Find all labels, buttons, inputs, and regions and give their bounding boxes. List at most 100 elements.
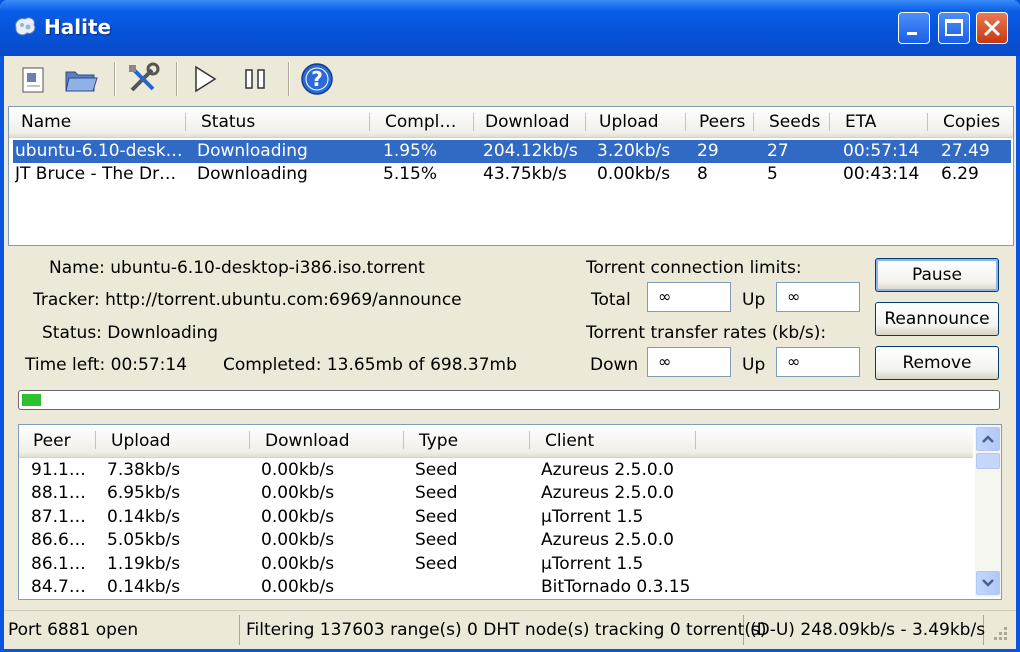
column-header-upload[interactable]: Upload xyxy=(599,107,679,137)
settings-tools-icon xyxy=(129,62,160,92)
column-divider xyxy=(403,431,404,449)
torrent-row[interactable]: JT Bruce - The Dr… Downloading 5.15% 43.… xyxy=(13,163,1011,186)
peer-row[interactable]: 84.7… 0.14kb/s 0.00kb/s BitTornado 0.3.15 xyxy=(19,576,973,599)
reannounce-button[interactable]: Reannounce xyxy=(875,302,999,336)
peer-upload: 5.05kb/s xyxy=(107,530,181,551)
peer-column-download[interactable]: Download xyxy=(265,425,395,457)
torrent-details-panel: Name: ubuntu-6.10-desktop-i386.iso.torre… xyxy=(10,248,1008,384)
column-divider xyxy=(685,113,686,131)
halite-app-icon xyxy=(15,17,36,36)
peer-download: 0.00kb/s xyxy=(261,506,335,527)
rate-up-label: Up xyxy=(742,355,766,375)
torrent-seeds: 5 xyxy=(767,164,778,184)
connection-limits-label: Torrent connection limits: xyxy=(586,258,802,278)
peer-type: Seed xyxy=(415,553,458,574)
peer-upload: 7.38kb/s xyxy=(107,460,181,480)
peer-column-upload[interactable]: Upload xyxy=(111,425,241,457)
column-divider xyxy=(829,113,830,131)
peer-upload: 1.19kb/s xyxy=(107,553,181,574)
peer-download: 0.00kb/s xyxy=(261,530,335,551)
column-divider xyxy=(95,431,96,449)
torrent-seeds: 27 xyxy=(767,141,789,161)
peer-download: 0.00kb/s xyxy=(261,460,335,480)
column-header-eta[interactable]: ETA xyxy=(845,107,905,137)
peer-client: Azureus 2.5.0.0 xyxy=(541,483,674,504)
remove-button[interactable]: Remove xyxy=(875,346,999,380)
peer-upload: 0.14kb/s xyxy=(107,506,181,527)
column-header-download[interactable]: Download xyxy=(485,107,585,137)
column-header-status[interactable]: Status xyxy=(201,107,361,137)
open-folder-button[interactable] xyxy=(62,60,100,98)
toolbar: ? xyxy=(4,56,1016,102)
peer-type: Seed xyxy=(415,506,458,527)
peer-column-client[interactable]: Client xyxy=(545,425,695,457)
peer-client: Azureus 2.5.0.0 xyxy=(541,530,674,551)
column-header-seeds[interactable]: Seeds xyxy=(769,107,829,137)
peer-client: BitTornado 0.3.15 xyxy=(541,577,691,597)
column-divider xyxy=(585,113,586,131)
peer-address: 86.6… xyxy=(31,530,86,551)
help-button[interactable]: ? xyxy=(298,60,336,98)
peer-list-scrollbar[interactable] xyxy=(975,425,1001,597)
add-torrent-button[interactable] xyxy=(14,60,52,98)
total-connections-field[interactable]: ∞ xyxy=(647,282,731,312)
peer-list-header: Peer Upload Download Type Client xyxy=(19,425,973,458)
peer-column-peer[interactable]: Peer xyxy=(33,425,103,457)
maximize-button[interactable] xyxy=(938,12,970,44)
pause-button[interactable]: Pause xyxy=(875,258,999,292)
peer-list[interactable]: Peer Upload Download Type Client 91.1… 7.… xyxy=(18,424,1002,600)
scroll-thumb[interactable] xyxy=(976,453,1000,469)
scroll-down-button[interactable] xyxy=(976,571,1000,595)
detail-name: Name: ubuntu-6.10-desktop-i386.iso.torre… xyxy=(49,258,425,278)
close-button[interactable] xyxy=(976,12,1008,44)
peer-download: 0.00kb/s xyxy=(261,577,335,597)
peer-address: 84.7… xyxy=(31,577,86,597)
settings-button[interactable] xyxy=(124,60,162,98)
column-header-peers[interactable]: Peers xyxy=(699,107,759,137)
peer-row[interactable]: 88.1… 6.95kb/s 0.00kb/s Seed Azureus 2.5.0.0 xyxy=(19,482,973,505)
window-title: Halite xyxy=(44,15,112,39)
detail-status: Status: Downloading xyxy=(42,323,219,343)
help-icon: ? xyxy=(301,63,333,95)
peer-row[interactable]: 86.1… 1.19kb/s 0.00kb/s Seed µTorrent 1.5 xyxy=(19,553,973,576)
peer-address: 86.1… xyxy=(31,553,86,574)
torrent-list-header: Name Status Compl… Download Upload Peers… xyxy=(9,107,1013,138)
torrent-status: Downloading xyxy=(197,164,308,184)
toolbar-separator xyxy=(176,62,178,96)
pause-toolbar-button[interactable] xyxy=(236,60,274,98)
peer-column-type[interactable]: Type xyxy=(419,425,519,457)
up-rate-field[interactable]: ∞ xyxy=(776,347,860,377)
resume-play-icon xyxy=(195,65,217,93)
peer-client: µTorrent 1.5 xyxy=(541,553,644,574)
minimize-button[interactable] xyxy=(898,12,930,44)
column-header-copies[interactable]: Copies xyxy=(943,107,1013,137)
resume-button[interactable] xyxy=(186,60,224,98)
down-rate-field[interactable]: ∞ xyxy=(647,347,731,377)
column-header-name[interactable]: Name xyxy=(21,107,181,137)
progress-fill xyxy=(22,394,41,406)
torrent-completed: 1.95% xyxy=(383,141,438,161)
total-label: Total xyxy=(591,290,631,310)
conn-up-label: Up xyxy=(742,290,766,310)
resize-grip-icon[interactable] xyxy=(990,625,1010,645)
peer-client: Azureus 2.5.0.0 xyxy=(541,460,674,480)
column-header-completed[interactable]: Compl… xyxy=(385,107,470,137)
peer-type: Seed xyxy=(415,530,458,551)
peer-row[interactable]: 87.1… 0.14kb/s 0.00kb/s Seed µTorrent 1.5 xyxy=(19,506,973,529)
status-filtering: Filtering 137603 range(s) 0 DHT node(s) … xyxy=(242,615,766,645)
detail-time-left: Time left: 00:57:14 xyxy=(25,355,188,375)
torrent-list[interactable]: Name Status Compl… Download Upload Peers… xyxy=(8,106,1014,246)
column-divider xyxy=(185,113,186,131)
detail-tracker: Tracker: http://torrent.ubuntu.com:6969/… xyxy=(33,290,462,310)
column-divider xyxy=(695,431,696,449)
peer-row[interactable]: 91.1… 7.38kb/s 0.00kb/s Seed Azureus 2.5.0.0 xyxy=(19,459,973,482)
title-bar[interactable]: Halite xyxy=(0,0,1020,56)
torrent-row-selected[interactable]: ubuntu-6.10-desk… Downloading 1.95% 204.… xyxy=(12,139,1012,164)
scroll-up-button[interactable] xyxy=(976,427,1000,451)
open-folder-icon xyxy=(65,71,98,92)
up-connections-field[interactable]: ∞ xyxy=(776,282,860,312)
peer-type: Seed xyxy=(415,483,458,504)
peer-row[interactable]: 86.6… 5.05kb/s 0.00kb/s Seed Azureus 2.5.0.0 xyxy=(19,529,973,552)
svg-text:?: ? xyxy=(311,67,323,91)
peer-address: 88.1… xyxy=(31,483,86,504)
